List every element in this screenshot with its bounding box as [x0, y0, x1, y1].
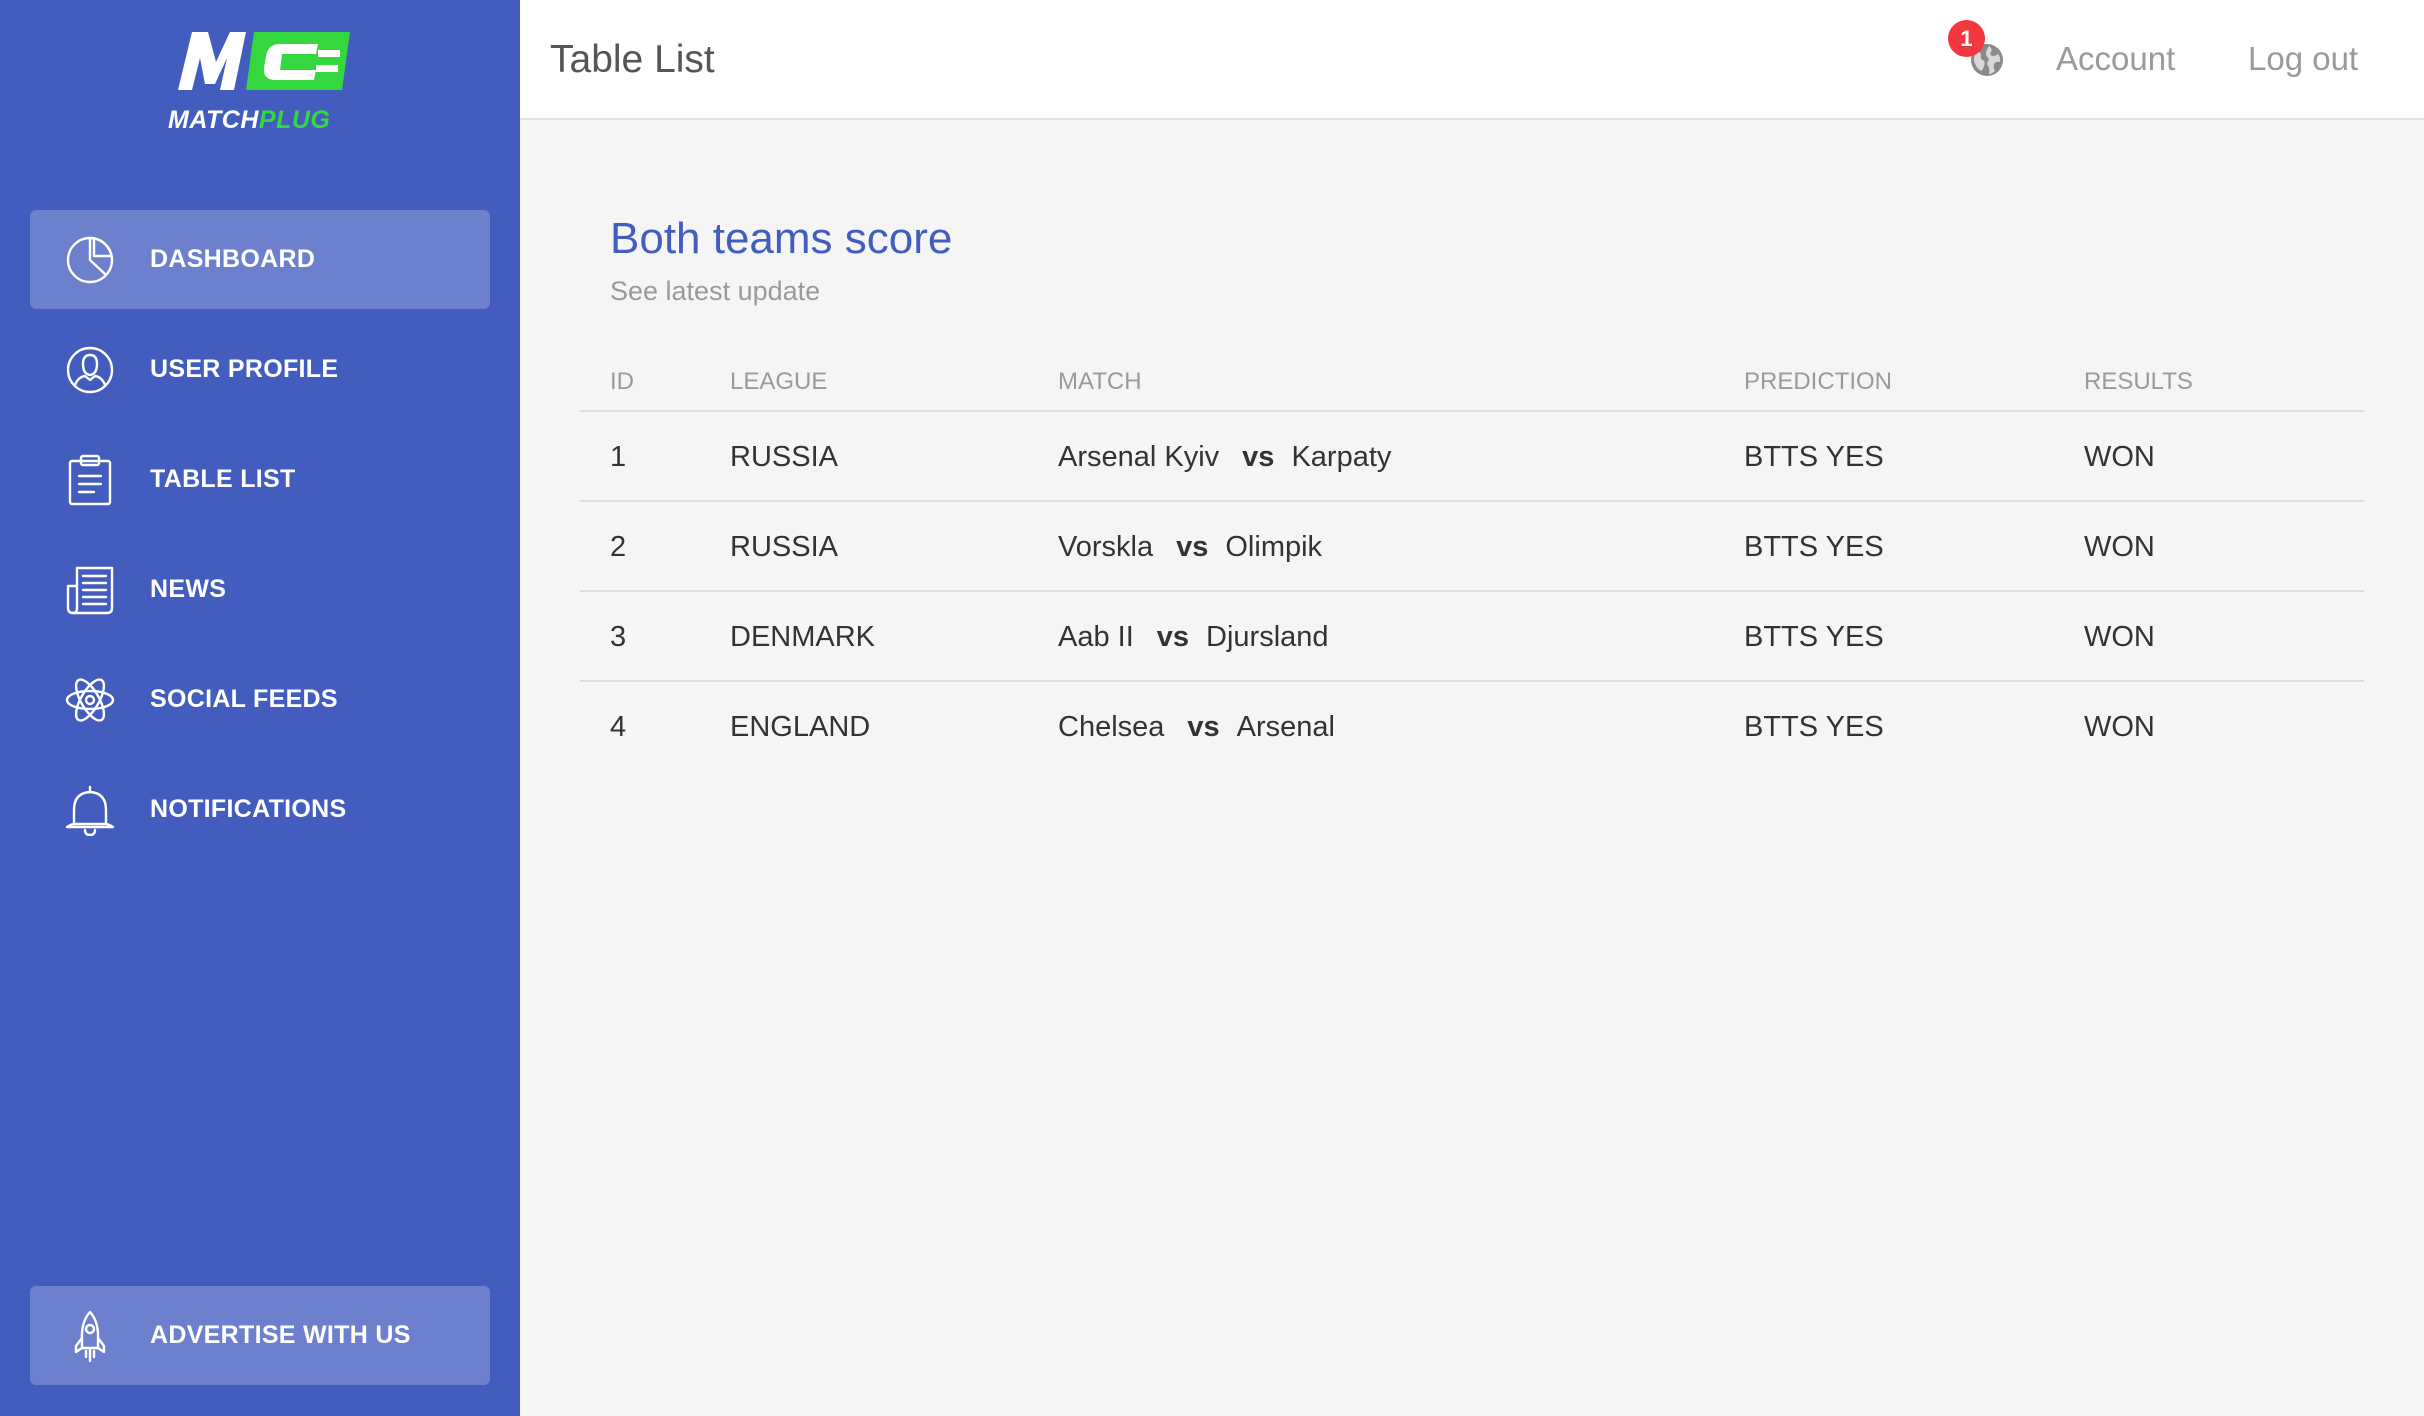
pie-chart-icon: [64, 234, 116, 286]
sidebar-item-dashboard[interactable]: DASHBOARD: [30, 210, 490, 309]
sidebar: MATCHPLUG DASHBOARD USER PROFILE TABLE L…: [0, 0, 520, 1416]
table-row[interactable]: 1 RUSSIA Arsenal Kyiv vs Karpaty BTTS YES …: [580, 412, 2364, 502]
cell-match: Aab II vs Djursland: [1058, 592, 1329, 682]
sidebar-item-label: TABLE LIST: [150, 465, 296, 493]
home-team: Arsenal Kyiv: [1058, 441, 1220, 473]
away-team: Djursland: [1206, 621, 1329, 653]
page-title: Table List: [550, 38, 715, 81]
newspaper-icon: [64, 564, 116, 616]
predictions-table: ID LEAGUE MATCH PREDICTION RESULTS 1 RUS…: [580, 352, 2364, 772]
logo-wordmark: MATCHPLUG: [168, 106, 331, 134]
sidebar-item-label: SOCIAL FEEDS: [150, 685, 338, 713]
column-header-results[interactable]: RESULTS: [2084, 352, 2193, 412]
sidebar-item-social-feeds[interactable]: SOCIAL FEEDS: [30, 650, 490, 749]
table-row[interactable]: 3 DENMARK Aab II vs Djursland BTTS YES WON: [580, 592, 2364, 682]
card-subtitle: See latest update: [610, 276, 821, 306]
cell-id: 4: [610, 711, 627, 743]
cell-result: WON: [2084, 621, 2155, 653]
logo[interactable]: MATCHPLUG: [168, 28, 353, 136]
logo-mark-icon: [178, 32, 350, 90]
sidebar-item-label: USER PROFILE: [150, 355, 339, 383]
notifications-button[interactable]: 1: [1948, 20, 2008, 80]
user-icon: [64, 344, 116, 396]
table-row[interactable]: 2 RUSSIA Vorskla vs Olimpik BTTS YES WON: [580, 502, 2364, 592]
cell-league: RUSSIA: [730, 441, 838, 473]
sidebar-item-notifications[interactable]: NOTIFICATIONS: [30, 760, 490, 859]
vs-label: vs: [1242, 441, 1275, 473]
cell-result: WON: [2084, 711, 2155, 743]
cell-match: Arsenal Kyiv vs Karpaty: [1058, 412, 1391, 502]
sidebar-item-news[interactable]: NEWS: [30, 540, 490, 639]
sidebar-nav: DASHBOARD USER PROFILE TABLE LIST NEWS S…: [30, 210, 490, 870]
top-bar: Table List 1 Account Log out: [520, 0, 2424, 120]
vs-label: vs: [1187, 711, 1220, 743]
cell-id: 1: [610, 441, 627, 473]
away-team: Arsenal: [1236, 711, 1335, 743]
home-team: Aab II: [1058, 621, 1134, 653]
table-header: ID LEAGUE MATCH PREDICTION RESULTS: [580, 352, 2364, 412]
home-team: Vorskla: [1058, 531, 1154, 563]
cell-prediction: BTTS YES: [1744, 621, 1884, 653]
advertise-button[interactable]: ADVERTISE WITH US: [30, 1286, 490, 1385]
sidebar-item-label: NEWS: [150, 575, 227, 603]
sidebar-item-table-list[interactable]: TABLE LIST: [30, 430, 490, 529]
column-header-id[interactable]: ID: [610, 352, 634, 412]
cell-match: Chelsea vs Arsenal: [1058, 682, 1335, 772]
table-row[interactable]: 4 ENGLAND Chelsea vs Arsenal BTTS YES WON: [580, 682, 2364, 772]
bell-icon: [64, 784, 116, 836]
logout-link[interactable]: Log out: [2248, 0, 2358, 118]
cell-id: 2: [610, 531, 627, 563]
sidebar-item-label: DASHBOARD: [150, 245, 316, 273]
cell-league: DENMARK: [730, 621, 876, 653]
home-team: Chelsea: [1058, 711, 1165, 743]
notification-count-badge: 1: [1948, 20, 1985, 57]
away-team: Olimpik: [1225, 531, 1323, 563]
vs-label: vs: [1156, 621, 1190, 653]
cell-prediction: BTTS YES: [1744, 711, 1884, 743]
cell-prediction: BTTS YES: [1744, 531, 1884, 563]
cell-result: WON: [2084, 441, 2155, 473]
cell-league: ENGLAND: [730, 711, 871, 743]
atom-icon: [64, 674, 116, 726]
column-header-match[interactable]: MATCH: [1058, 352, 1142, 412]
card-title: Both teams score: [610, 214, 953, 263]
sidebar-item-label: NOTIFICATIONS: [150, 795, 347, 823]
cell-prediction: BTTS YES: [1744, 441, 1884, 473]
app-root: MATCHPLUG DASHBOARD USER PROFILE TABLE L…: [0, 0, 2424, 1416]
cell-match: Vorskla vs Olimpik: [1058, 502, 1322, 592]
account-link[interactable]: Account: [2056, 0, 2175, 118]
vs-label: vs: [1176, 531, 1209, 563]
clipboard-icon: [64, 454, 116, 506]
cell-league: RUSSIA: [730, 531, 838, 563]
sidebar-item-user-profile[interactable]: USER PROFILE: [30, 320, 490, 419]
rocket-icon: [64, 1310, 116, 1362]
column-header-prediction[interactable]: PREDICTION: [1744, 352, 1892, 412]
away-team: Karpaty: [1291, 441, 1392, 473]
advertise-label: ADVERTISE WITH US: [150, 1321, 411, 1349]
cell-id: 3: [610, 621, 627, 653]
column-header-league[interactable]: LEAGUE: [730, 352, 827, 412]
cell-result: WON: [2084, 531, 2155, 563]
